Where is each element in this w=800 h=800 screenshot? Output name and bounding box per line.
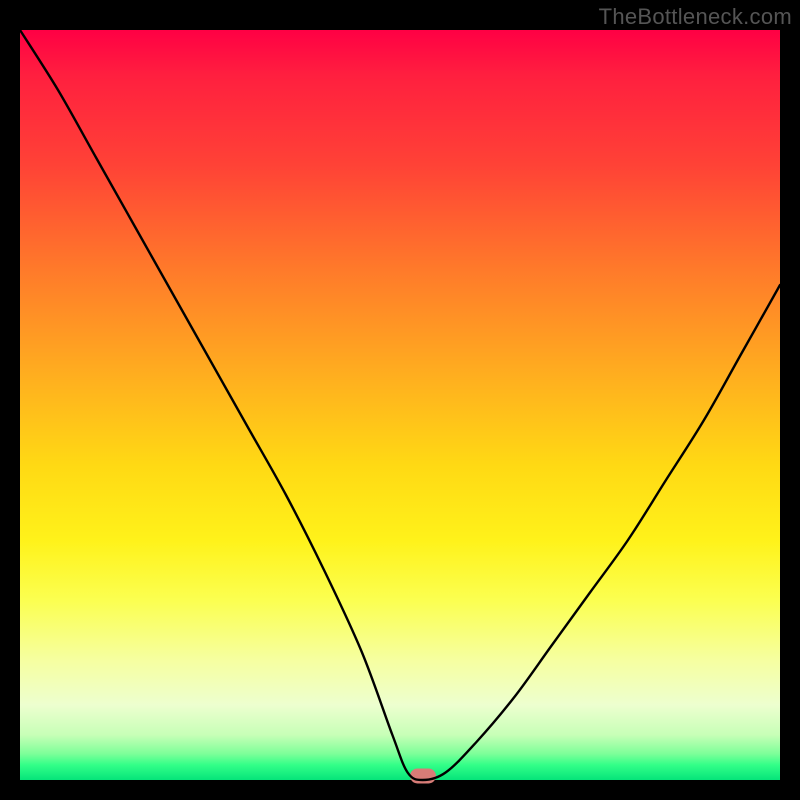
watermark-text: TheBottleneck.com: [599, 4, 792, 30]
bottleneck-curve: [20, 30, 780, 780]
curve-svg: [20, 30, 780, 780]
chart-frame: TheBottleneck.com: [0, 0, 800, 800]
plot-area: [20, 30, 780, 780]
